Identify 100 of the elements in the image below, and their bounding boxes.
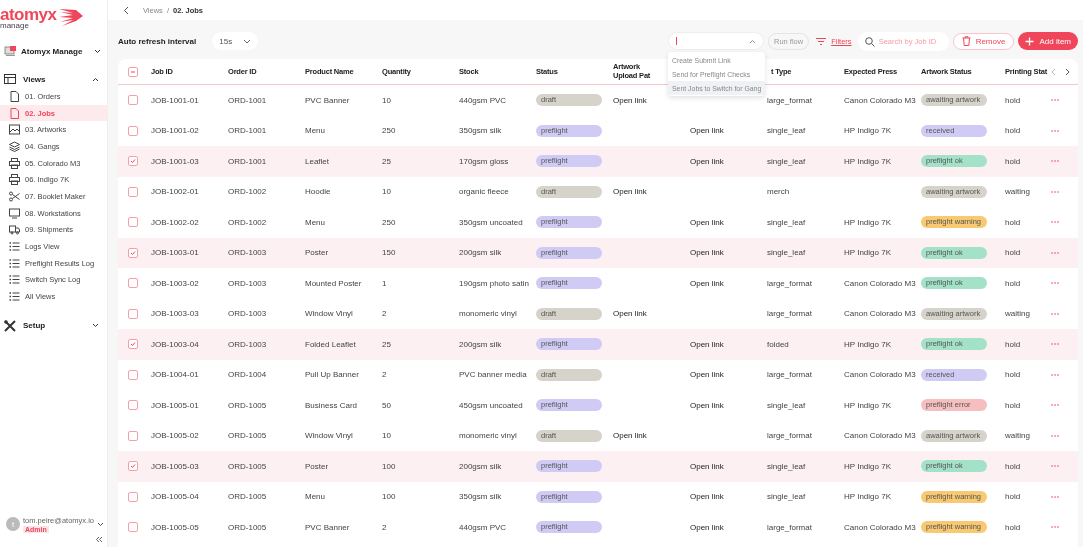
scroll-left-icon[interactable] [1051, 67, 1056, 76]
more-icon[interactable] [1051, 160, 1059, 163]
row-checkbox[interactable] [127, 522, 138, 533]
row-checkbox[interactable] [127, 156, 138, 167]
table-cell: JOB-1002-01 [151, 187, 199, 197]
add-item-button[interactable]: Add item [1018, 32, 1078, 50]
table-cell: 190gsm photo satin [459, 278, 529, 288]
table-cell: JOB-1005-03 [151, 461, 199, 471]
table-cell: Poster [305, 248, 329, 258]
row-checkbox[interactable] [127, 125, 138, 136]
table-cell: hold [1005, 400, 1021, 410]
row-checkbox[interactable] [127, 369, 138, 380]
action-select[interactable] [668, 32, 764, 50]
table-cell: hold [1005, 156, 1021, 166]
open-link[interactable]: Open link [690, 217, 724, 227]
workspace-switcher[interactable]: Atomyx Manage [4, 44, 101, 58]
list-icon [9, 291, 20, 303]
select-all-checkbox[interactable] [127, 66, 138, 77]
row-checkbox[interactable] [127, 278, 138, 289]
table-cell: single_leaf [767, 217, 806, 227]
open-link[interactable]: Open link [690, 339, 724, 349]
row-checkbox[interactable] [127, 247, 138, 258]
check-icon [129, 463, 136, 470]
table-cell: 250 [382, 217, 396, 227]
table-cell: ORD-1005 [228, 461, 267, 471]
table-cell: waiting [1005, 187, 1030, 197]
row-checkbox[interactable] [127, 95, 138, 106]
table-cell: Window Vinyl [305, 431, 353, 441]
more-icon[interactable] [1051, 373, 1059, 376]
open-link[interactable]: Open link [690, 126, 724, 136]
more-icon[interactable] [1051, 251, 1059, 254]
table-cell: HP Indigo 7K [844, 217, 891, 227]
row-checkbox[interactable] [127, 430, 138, 441]
row-checkbox[interactable] [127, 400, 138, 411]
table-cell: hold [1005, 126, 1021, 136]
refresh-select[interactable]: 15s [212, 32, 259, 50]
open-link[interactable]: Open link [690, 156, 724, 166]
table-icon [4, 74, 16, 84]
table-cell: Menu [305, 126, 325, 136]
table-cell: 200gsm silk [459, 461, 502, 471]
more-icon[interactable] [1051, 526, 1059, 529]
more-icon[interactable] [1051, 343, 1059, 346]
nav-section[interactable]: Views [4, 72, 99, 86]
row-checkbox[interactable] [127, 308, 138, 319]
open-link[interactable]: Open link [613, 431, 647, 441]
more-icon[interactable] [1051, 190, 1059, 193]
row-checkbox[interactable] [127, 339, 138, 350]
scroll-right-icon[interactable] [1065, 67, 1070, 76]
open-link[interactable]: Open link [690, 370, 724, 380]
more-icon[interactable] [1051, 99, 1059, 102]
row-checkbox[interactable] [127, 491, 138, 502]
open-link[interactable]: Open link [690, 248, 724, 258]
row-checkbox[interactable] [127, 461, 138, 472]
back-icon[interactable] [123, 5, 129, 15]
more-icon[interactable] [1051, 404, 1059, 407]
nav-section[interactable]: Setup [4, 318, 99, 333]
logo-subtitle: manage [0, 22, 29, 30]
table-cell: 350gsm silk [459, 126, 502, 136]
table-cell: JOB-1003-03 [151, 309, 199, 319]
open-link[interactable]: Open link [690, 400, 724, 410]
more-icon[interactable] [1051, 465, 1059, 468]
table-cell: 450gsm uncoated [459, 400, 523, 410]
printer-icon [9, 157, 20, 169]
more-icon[interactable] [1051, 282, 1059, 285]
chevron-down-icon [94, 48, 101, 54]
table-cell: Window Vinyl [305, 309, 353, 319]
open-link[interactable]: Open link [613, 95, 647, 105]
list-icon [9, 274, 20, 286]
table-cell: JOB-1003-04 [151, 339, 199, 349]
table-cell: HP Indigo 7K [844, 492, 891, 502]
open-link[interactable]: Open link [613, 187, 647, 197]
open-link[interactable]: Open link [613, 309, 647, 319]
more-icon[interactable] [1051, 221, 1059, 224]
table-cell: 170gsm gloss [459, 156, 509, 166]
table-cell: monomeric vinyl [459, 309, 517, 319]
table-cell: hold [1005, 217, 1021, 227]
open-link[interactable]: Open link [690, 461, 724, 471]
printer-icon [9, 174, 20, 186]
collapse-sidebar-icon[interactable] [95, 536, 103, 543]
table-cell: hold [1005, 492, 1021, 502]
table-cell: ORD-1003 [228, 339, 267, 349]
open-link[interactable]: Open link [690, 278, 724, 288]
open-link[interactable]: Open link [690, 522, 724, 532]
more-icon[interactable] [1051, 312, 1059, 315]
table-cell: JOB-1005-04 [151, 492, 199, 502]
more-icon[interactable] [1051, 129, 1059, 132]
doc-icon [9, 90, 20, 102]
table-cell: waiting [1005, 431, 1030, 441]
chevron-down-icon [243, 38, 252, 44]
remove-button[interactable]: Remove [952, 32, 1015, 50]
open-link[interactable]: Open link [690, 492, 724, 502]
more-icon[interactable] [1051, 434, 1059, 437]
table-cell: 25 [382, 339, 391, 349]
more-icon[interactable] [1051, 495, 1059, 498]
row-checkbox[interactable] [127, 186, 138, 197]
table-cell: 100 [382, 461, 396, 471]
chevron-up-icon [749, 38, 756, 44]
row-checkbox[interactable] [127, 217, 138, 228]
chevron-down-icon[interactable] [97, 521, 104, 527]
table-cell: large_format [767, 278, 812, 288]
